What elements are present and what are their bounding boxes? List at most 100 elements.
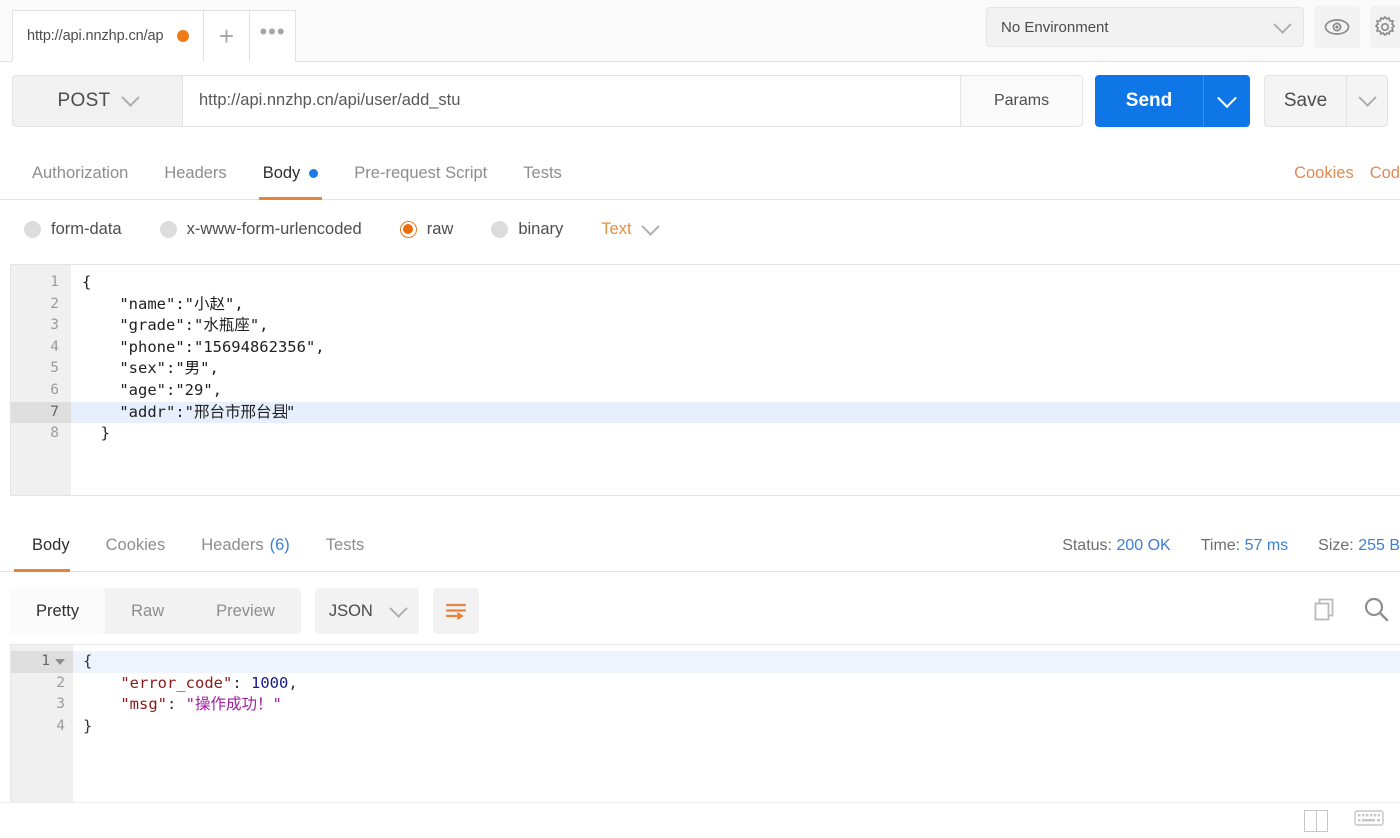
request-tab[interactable]: http://api.nnzhp.cn/ap (12, 10, 204, 62)
request-tab-title: http://api.nnzhp.cn/ap (27, 28, 164, 44)
chevron-down-icon (1273, 14, 1292, 34)
tab-pre-request-script[interactable]: Pre-request Script (336, 148, 505, 200)
word-wrap-button[interactable] (432, 588, 479, 634)
chevron-down-icon (640, 216, 660, 236)
line-number: 4 (56, 717, 65, 734)
tab-label: Headers (164, 164, 227, 182)
tab-label: Tests (325, 536, 365, 554)
send-button[interactable]: Send (1095, 74, 1203, 127)
tab-label: Body (262, 164, 301, 182)
http-method-selector[interactable]: POST (12, 74, 182, 127)
body-type-raw[interactable]: raw (399, 220, 453, 239)
status-group: Status: 200 OK (1062, 537, 1171, 555)
url-value: http://api.nnzhp.cn/api/user/add_stu (199, 91, 461, 109)
code-line[interactable]: "age":"29", (71, 380, 1400, 402)
url-input[interactable]: http://api.nnzhp.cn/api/user/add_stu (182, 74, 961, 127)
response-view-toolbar: Pretty Raw Preview JSON (10, 584, 1400, 638)
request-editor-gutter: 1 2 3 4 5 6 78 (11, 265, 71, 495)
bottom-status-bar (0, 802, 1400, 838)
view-mode-pretty[interactable]: Pretty (10, 588, 106, 634)
view-mode-preview[interactable]: Preview (190, 588, 301, 634)
raw-format-label: Text (601, 219, 632, 238)
response-format-label: JSON (328, 601, 373, 620)
radio-icon (24, 220, 41, 238)
code-token: "操作成功！" (185, 695, 282, 714)
new-tab-button[interactable]: + (204, 10, 250, 62)
environment-selector[interactable]: No Environment (986, 7, 1304, 47)
request-tabs-links: Cookies Cod (1294, 164, 1400, 183)
tab-body[interactable]: Body (245, 148, 337, 200)
save-options-button[interactable] (1346, 74, 1388, 127)
params-button[interactable]: Params (961, 74, 1083, 127)
postman-app-window: http://api.nnzhp.cn/ap + ••• No Environm… (0, 0, 1400, 838)
eye-icon (1324, 19, 1350, 35)
code-line[interactable]: { (73, 651, 1400, 673)
response-tab-tests[interactable]: Tests (308, 520, 383, 572)
tab-label: Pre-request Script (354, 164, 488, 182)
http-method-label: POST (57, 89, 111, 111)
view-mode-raw[interactable]: Raw (105, 588, 190, 634)
cookies-link[interactable]: Cookies (1294, 164, 1354, 183)
top-tab-bar: http://api.nnzhp.cn/ap + ••• No Environm… (0, 0, 1400, 62)
code-line[interactable]: } (73, 716, 1400, 738)
tab-label: Body (32, 536, 70, 554)
response-tab-cookies[interactable]: Cookies (88, 520, 184, 572)
tab-tests[interactable]: Tests (505, 148, 580, 200)
response-editor-code[interactable]: { "error_code": 1000, "msg": "操作成功！"} (73, 645, 1400, 805)
save-button-group: Save (1264, 74, 1388, 127)
body-type-binary[interactable]: binary (491, 220, 563, 239)
tab-more-options-button[interactable]: ••• (250, 10, 296, 62)
code-line[interactable]: } (71, 423, 1400, 445)
response-view-mode-group: Pretty Raw Preview (10, 588, 301, 634)
keyboard-shortcuts-button[interactable] (1354, 808, 1384, 833)
line-number: 5 (50, 360, 59, 377)
body-type-label: form-data (51, 219, 122, 238)
size-label: Size: (1318, 536, 1354, 554)
response-tab-headers[interactable]: Headers (6) (183, 520, 308, 572)
code-line[interactable]: "error_code": 1000, (73, 673, 1400, 695)
line-number: 2 (50, 295, 59, 312)
request-editor-code[interactable]: { "name":"小赵", "grade":"水瓶座", "phone":"1… (71, 265, 1400, 495)
top-right-controls: No Environment (986, 6, 1400, 48)
response-format-selector[interactable]: JSON (314, 588, 419, 634)
body-type-x-www-form-urlencoded[interactable]: x-www-form-urlencoded (159, 219, 362, 239)
code-line[interactable]: { (71, 272, 1400, 294)
code-line[interactable]: "addr":"邢台市邢台县" (71, 401, 1400, 424)
code-line[interactable]: "grade":"水瓶座", (71, 315, 1400, 337)
line-number: 1 (50, 274, 59, 290)
settings-button[interactable] (1370, 6, 1400, 48)
tab-label: Cookies (105, 536, 166, 554)
code-token: { (83, 652, 93, 670)
code-link[interactable]: Cod (1370, 164, 1400, 183)
code-line[interactable]: "sex":"男", (71, 358, 1400, 380)
body-type-label: binary (518, 219, 564, 238)
response-section-tabs: Body Cookies Headers (6) Tests Status: 2… (0, 520, 1400, 572)
tab-headers[interactable]: Headers (146, 148, 244, 200)
response-tab-body[interactable]: Body (14, 520, 88, 572)
body-type-label: x-www-form-urlencoded (186, 219, 362, 238)
environment-quick-look-button[interactable] (1314, 6, 1360, 48)
line-number: 4 (50, 338, 59, 355)
code-line[interactable]: "name":"小赵", (71, 294, 1400, 316)
search-button[interactable] (1362, 595, 1390, 628)
environment-selected-label: No Environment (1001, 18, 1109, 36)
tab-label: Authorization (32, 164, 129, 182)
two-pane-layout-icon[interactable] (1304, 809, 1328, 832)
fold-arrow-icon[interactable] (55, 658, 65, 665)
save-button[interactable]: Save (1264, 74, 1346, 127)
response-body-editor[interactable]: 12 3 4 { "error_code": 1000, "msg": "操作成功！… (10, 644, 1400, 806)
request-section-tabs: Authorization Headers Body Pre-request S… (0, 148, 1400, 200)
code-line[interactable]: "phone":"15694862356", (71, 337, 1400, 359)
tab-authorization[interactable]: Authorization (14, 148, 146, 200)
copy-button[interactable] (1312, 596, 1338, 627)
body-modified-dot (309, 169, 319, 178)
raw-format-selector[interactable]: Text (601, 216, 660, 239)
body-type-form-data[interactable]: form-data (24, 220, 122, 239)
send-options-button[interactable] (1203, 74, 1250, 127)
code-line[interactable]: "msg": "操作成功！" (73, 694, 1400, 716)
keyboard-icon (1354, 810, 1384, 826)
request-body-editor[interactable]: 1 2 3 4 5 6 78 { "name":"小赵", "grade":"水瓶座", "… (10, 264, 1400, 496)
status-label: Status: (1062, 536, 1112, 554)
